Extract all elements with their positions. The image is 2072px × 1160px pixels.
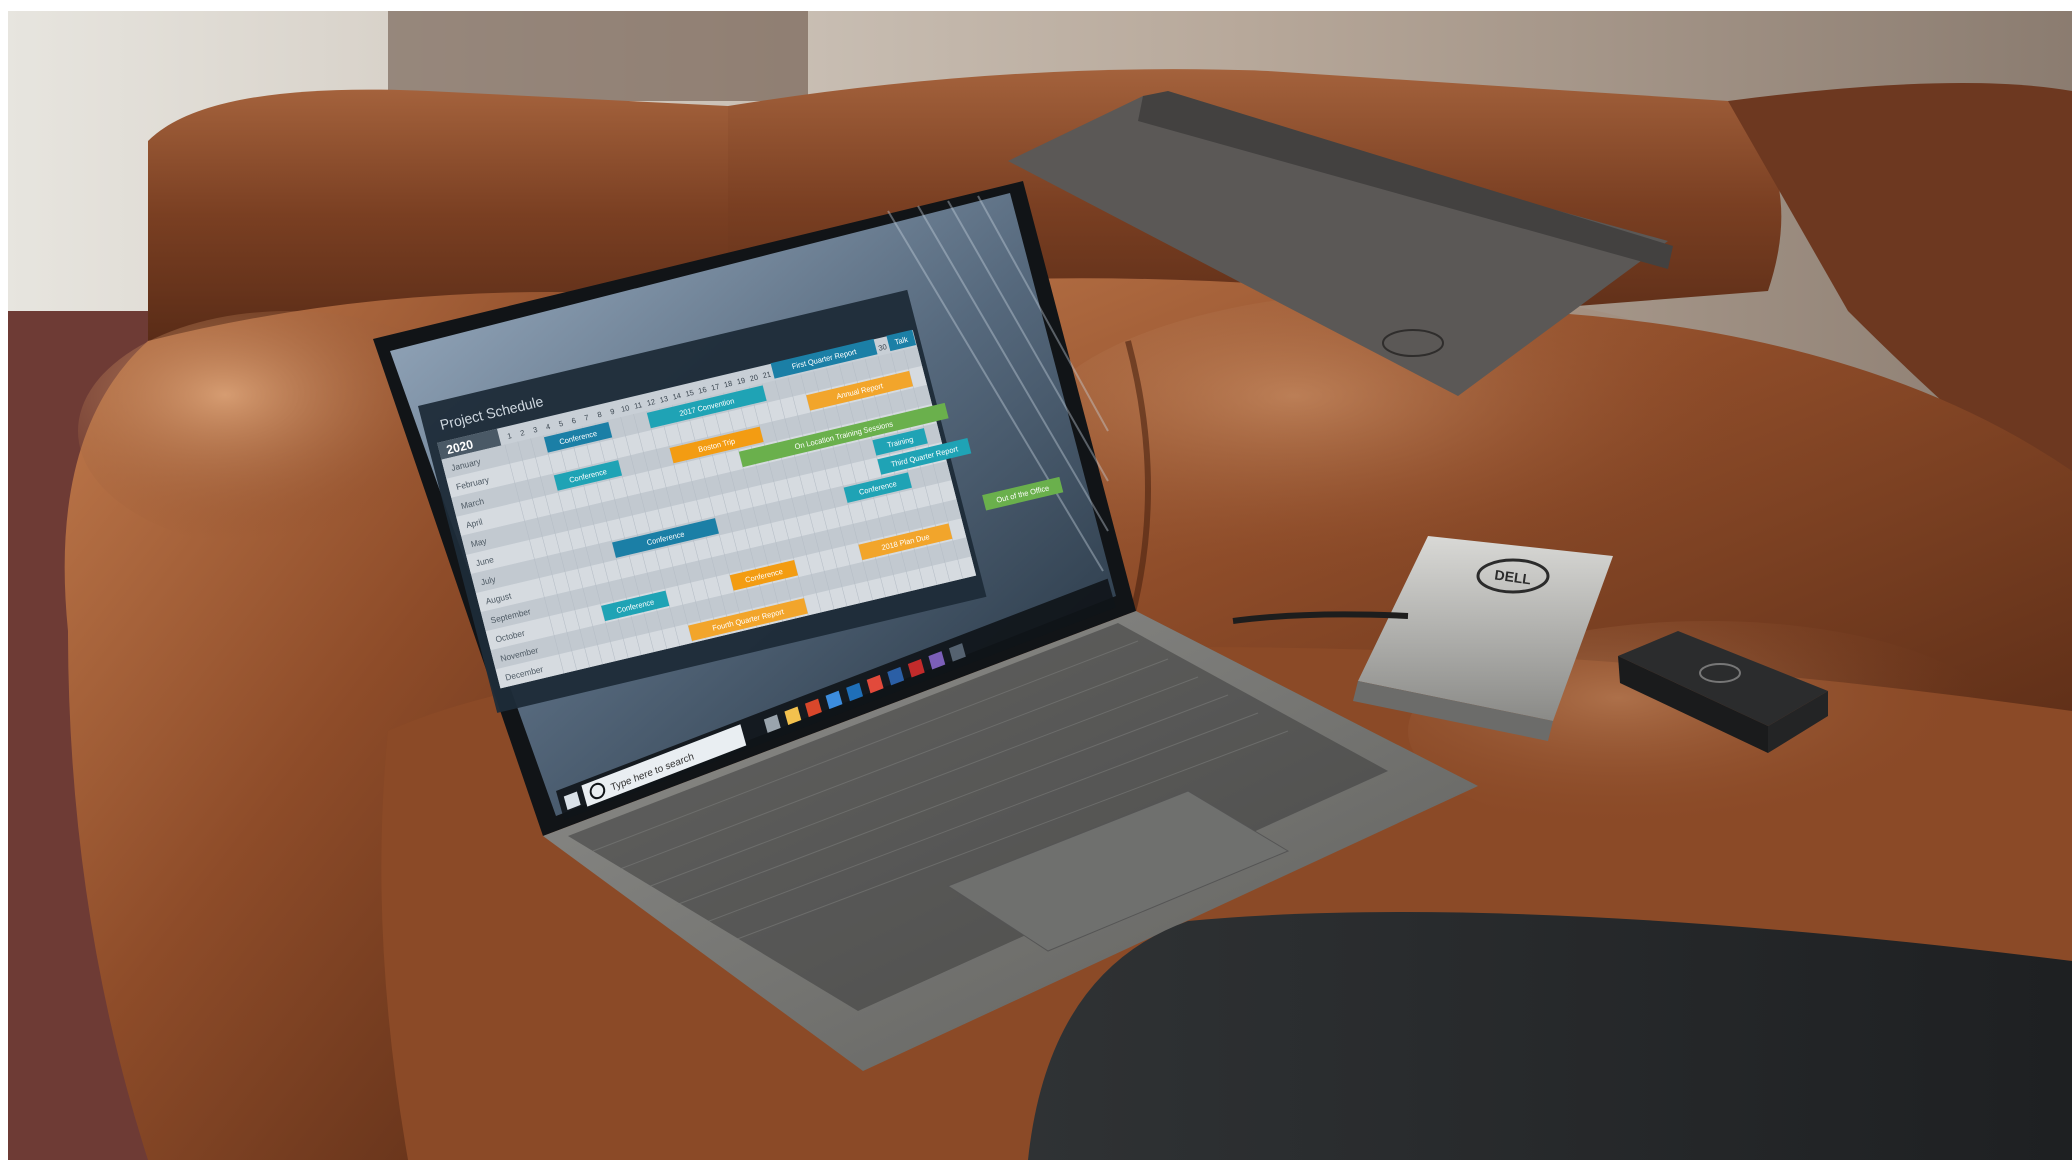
photo-scene: DELL Project Schedule 2020 1 2 3 4 5 6 7 8 9 10 11 1… — [8, 11, 2072, 1160]
scene-svg: DELL — [8, 11, 2072, 1160]
person-leg — [1028, 912, 2072, 1160]
back-furniture — [388, 11, 808, 101]
